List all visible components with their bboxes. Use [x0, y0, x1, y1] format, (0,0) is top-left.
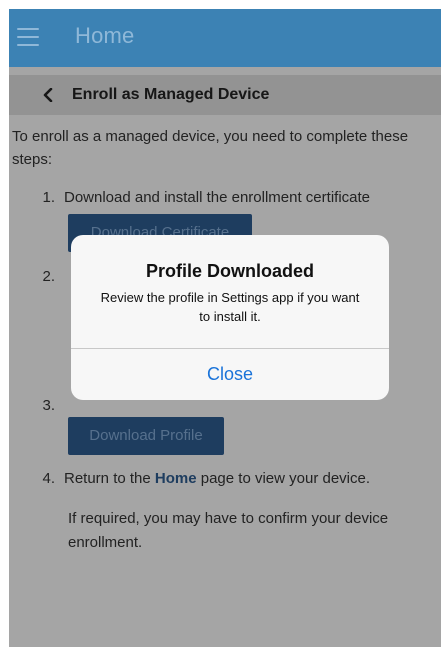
alert-message: Review the profile in Settings app if yo…	[100, 290, 360, 324]
alert-title: Profile Downloaded	[145, 261, 314, 281]
app-bar-title: Home	[75, 23, 135, 48]
app-screen: Home Enroll as Managed Device To enroll …	[9, 9, 441, 647]
hamburger-menu-icon[interactable]	[17, 28, 39, 46]
profile-downloaded-alert: Profile Downloaded Review the profile in…	[71, 235, 389, 400]
app-bar: Home	[9, 9, 441, 67]
close-button[interactable]: Close	[71, 349, 389, 400]
